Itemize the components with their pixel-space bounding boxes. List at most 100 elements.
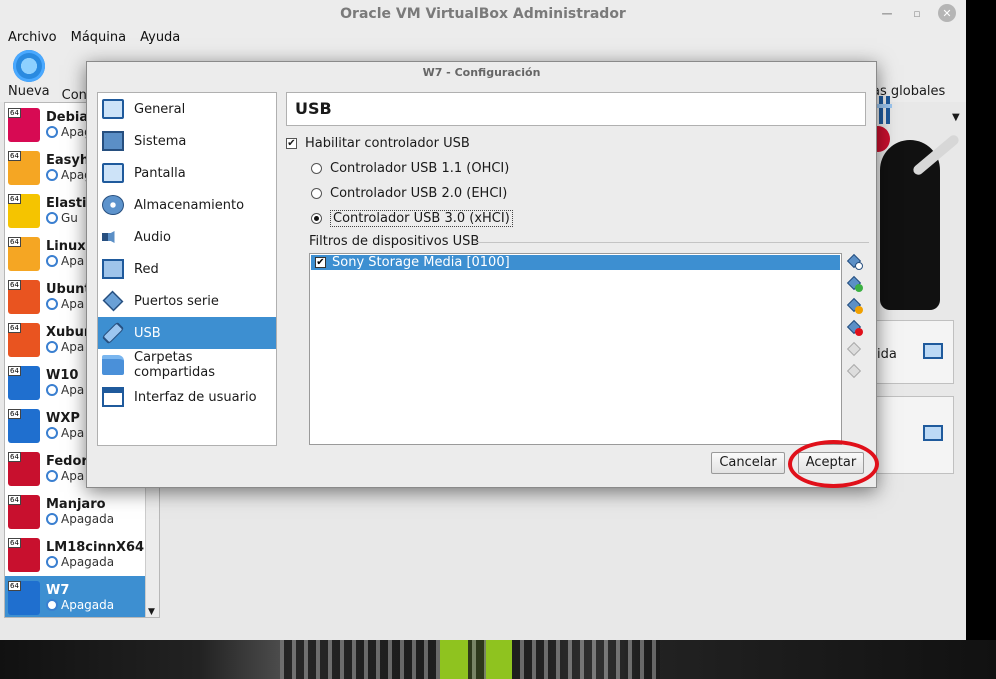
monitor-icon [102,99,124,119]
display-icon [102,163,124,183]
category-item[interactable]: Pantalla [98,157,276,189]
settings-button[interactable]: Con [62,86,87,103]
usb-2-0-option[interactable]: Controlador USB 2.0 (EHCI) [311,186,507,201]
main-titlebar: Oracle VM VirtualBox Administrador — ▫ ✕ [0,0,966,28]
enable-usb-option[interactable]: ✔ Habilitar controlador USB [286,136,470,151]
serial-port-icon [102,290,124,312]
usb-3-0-option[interactable]: Controlador USB 3.0 (xHCI) [311,210,513,227]
desktop-green-bar [486,640,512,679]
global-tools-label[interactable]: as globales [872,84,945,99]
vm-state: Gu [46,211,87,225]
close-icon[interactable]: ✕ [938,4,956,22]
usb-3-0-label: Controlador USB 3.0 (xHCI) [330,210,513,227]
category-item[interactable]: Puertos serie [98,285,276,317]
category-label: Audio [134,229,171,245]
usb-1-1-label: Controlador USB 1.1 (OHCI) [330,161,510,176]
power-off-icon [46,126,58,138]
vm-text: Linuxl Apa [46,239,90,268]
vm-name: Easyh [46,153,90,168]
category-item[interactable]: General [98,93,276,125]
new-vm-button[interactable]: Nueva [8,50,50,99]
menu-ayuda[interactable]: Ayuda [140,30,180,45]
vm-text: WXP Apa [46,411,84,440]
category-item[interactable]: USB [98,317,276,349]
usb-icon [101,321,125,345]
x64-badge-icon: 64 [8,150,21,161]
category-item[interactable]: Interfaz de usuario [98,381,276,413]
vm-state: Apa [46,383,84,397]
speaker-icon [102,227,122,247]
windows-icon: 64 [8,580,40,615]
category-label: Puertos serie [134,293,219,309]
vm-name: Fedor [46,454,88,469]
usb-2-0-radio[interactable] [311,188,322,199]
main-window-title: Oracle VM VirtualBox Administrador [340,6,626,22]
vm-state-label: Apagada [61,512,115,526]
vm-name: Manjaro [46,497,106,512]
windows-icon: 64 [8,408,40,443]
desktop-background [0,640,996,679]
vm-text: Fedor Apa [46,454,88,483]
vm-state-label: Apa [61,469,85,483]
add-device-filter-icon[interactable] [846,275,863,292]
usb-1-1-option[interactable]: Controlador USB 1.1 (OHCI) [311,161,509,176]
vm-name: Ubunt [46,282,91,297]
category-item[interactable]: Audio [98,221,276,253]
highlight-annotation [788,440,879,488]
vm-state-label: Apa [61,297,85,311]
move-down-icon[interactable] [846,363,863,380]
category-item[interactable]: Almacenamiento [98,189,276,221]
category-label: General [134,101,186,117]
vm-text: Manjaro Apagada [46,497,114,526]
enable-usb-checkbox[interactable]: ✔ [286,138,297,149]
category-item[interactable]: Sistema [98,125,276,157]
category-item[interactable]: Carpetas compartidas [98,349,276,381]
vm-name: Linuxl [46,239,91,254]
window-icon [102,387,124,407]
remove-filter-icon[interactable] [846,319,863,336]
vm-name: LM18cinnX64 [46,540,145,555]
category-label: USB [134,325,161,341]
vm-list-item[interactable]: 64 Manjaro Apagada [5,490,159,533]
vm-text: Xubur Apa [46,325,90,354]
vm-name: Debia [46,110,89,125]
menu-archivo[interactable]: Archivo [8,30,57,45]
maximize-icon[interactable]: ▫ [908,4,926,22]
vm-list-item[interactable]: 64 LM18cinnX64 Apagada [5,533,159,576]
tux-mascot-image [862,110,962,310]
power-off-icon [46,255,58,267]
usb-filter-label: Sony Storage Media [0100] [332,255,510,270]
move-up-icon[interactable] [846,341,863,358]
linux-icon: 64 [8,150,40,185]
x64-badge-icon: 64 [8,451,21,462]
power-off-icon [46,341,58,353]
usb-1-1-radio[interactable] [311,163,322,174]
usb-filter-item[interactable]: ✔ Sony Storage Media [0100] [311,255,840,270]
vm-list-item[interactable]: 64 W7 Apagada [5,576,159,617]
chip-icon [102,131,124,151]
edit-filter-icon[interactable] [846,297,863,314]
scroll-down-icon[interactable]: ▼ [148,607,155,617]
menu-maquina[interactable]: Máquina [71,30,127,45]
usb-3-0-radio[interactable] [311,213,322,224]
category-label: Pantalla [134,165,186,181]
usb-filter-checkbox[interactable]: ✔ [315,257,326,268]
new-vm-label: Nueva [8,84,50,99]
vm-state: Apagada [46,512,114,526]
vm-text: Easyh Apag [46,153,92,182]
monitor-icon [923,343,943,359]
filter-toolbar [846,253,865,380]
minimize-icon[interactable]: — [878,4,896,22]
x64-badge-icon: 64 [8,322,21,333]
x64-badge-icon: 64 [8,107,21,118]
add-empty-filter-icon[interactable] [846,253,863,270]
vm-state: Apa [46,297,91,311]
ubuntu-icon: 64 [8,279,40,314]
cancel-button[interactable]: Cancelar [711,452,785,474]
power-off-icon [46,599,58,611]
power-off-icon [46,298,58,310]
windows-icon: 64 [8,365,40,400]
usb-filter-list[interactable]: ✔ Sony Storage Media [0100] [309,253,842,445]
vm-text: W7 Apagada [46,583,114,612]
category-item[interactable]: Red [98,253,276,285]
